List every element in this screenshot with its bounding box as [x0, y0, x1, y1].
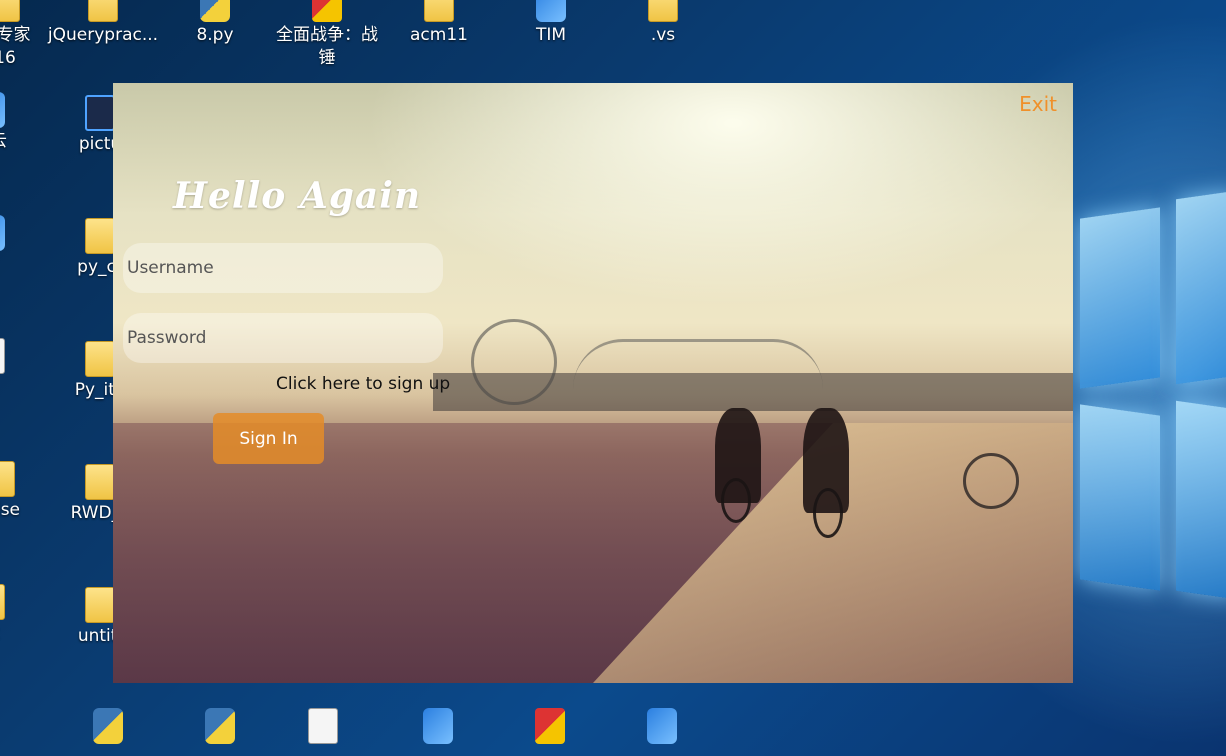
game-shortcut-icon	[312, 0, 342, 22]
desktop-icon[interactable]: ctise	[0, 461, 50, 522]
game-shortcut-icon	[535, 708, 565, 744]
ferris-wheel	[471, 319, 557, 405]
folder-icon	[85, 464, 115, 500]
desktop-icon-label: TIM	[535, 25, 567, 45]
desktop-icon[interactable]: 微云	[0, 92, 30, 153]
login-window: Exit Hello Again Click here to sign up S…	[113, 83, 1073, 683]
greeting-title: Hello Again	[173, 175, 422, 217]
python-shortcut-icon	[93, 708, 123, 744]
desktop-icon[interactable]	[382, 708, 494, 746]
folder-icon	[0, 584, 5, 620]
python-file-icon	[200, 0, 230, 22]
desktop-icon[interactable]	[267, 708, 379, 746]
folder-icon	[648, 0, 678, 22]
windows-logo	[1080, 190, 1226, 615]
logo-pane	[1080, 404, 1160, 591]
desktop-icon[interactable]: 全面战争：战 锤	[271, 0, 383, 70]
desktop-icon-label: acm11	[410, 25, 468, 45]
editor-shortcut-icon	[647, 708, 677, 744]
desktop-icon[interactable]	[52, 708, 164, 746]
desktop-icon[interactable]	[494, 708, 606, 746]
music-shortcut-icon	[308, 708, 338, 744]
desktop-icon-label: 像专家 16	[0, 25, 31, 68]
desktop-icon[interactable]: .vs	[607, 0, 719, 47]
desktop-icon[interactable]: jQueryprac...	[47, 0, 159, 47]
tim-app-icon	[536, 0, 566, 22]
folder-icon	[0, 0, 20, 22]
folder-icon	[85, 587, 115, 623]
remote-desktop-icon	[423, 708, 453, 744]
folder-icon	[85, 341, 115, 377]
desktop-icon-label: 全面战争：战 锤	[276, 25, 378, 68]
roller-coaster	[573, 339, 823, 389]
wechat-icon	[0, 338, 5, 374]
logo-pane	[1176, 400, 1226, 600]
username-input[interactable]	[123, 243, 443, 293]
desktop-icon-label: 8.py	[196, 25, 234, 45]
desktop-icon[interactable]: acm11	[383, 0, 495, 47]
desktop-icon-label: jQueryprac...	[47, 25, 159, 45]
parked-bike	[963, 453, 1019, 509]
photoshop-file-icon	[85, 95, 115, 131]
desktop-icon[interactable]	[164, 708, 276, 746]
signup-link[interactable]: Click here to sign up	[276, 374, 450, 394]
folder-icon	[424, 0, 454, 22]
app-icon	[0, 215, 5, 251]
bike-wheel	[813, 488, 843, 538]
desktop-icon[interactable]: 8.py	[159, 0, 271, 47]
desktop-icon[interactable]: 像专家 16	[0, 0, 50, 70]
desktop-icon-label: 微云	[0, 131, 7, 151]
desktop-icon[interactable]: m	[0, 215, 30, 276]
desktop-icon-label: .vs	[650, 25, 676, 45]
exit-link[interactable]: Exit	[1019, 92, 1057, 116]
bike-wheel	[721, 478, 751, 523]
desktop-icon[interactable]	[606, 708, 718, 746]
desktop-icon-label: ctise	[0, 500, 21, 520]
python-shortcut-icon	[205, 708, 235, 744]
password-input[interactable]	[123, 313, 443, 363]
logo-pane	[1080, 207, 1160, 389]
desktop-icon[interactable]: sk	[0, 584, 30, 645]
folder-icon	[85, 218, 115, 254]
logo-pane	[1176, 190, 1226, 385]
desktop-icon[interactable]	[0, 708, 25, 746]
folder-icon	[0, 461, 15, 497]
desktop-icon[interactable]: 信	[0, 338, 30, 399]
sign-in-button[interactable]: Sign In	[213, 413, 324, 464]
desktop-icon[interactable]: TIM	[495, 0, 607, 47]
weiyun-icon	[0, 92, 5, 128]
folder-icon	[88, 0, 118, 22]
